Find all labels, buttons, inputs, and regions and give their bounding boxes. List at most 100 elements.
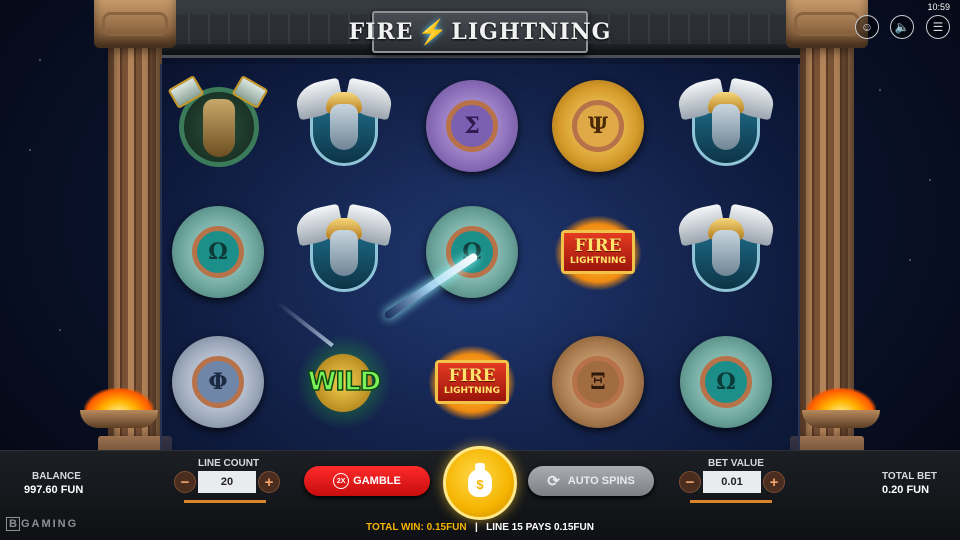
money-bag-icon: $ (468, 463, 492, 497)
column-shaft (108, 48, 162, 440)
column-shaft (800, 48, 854, 440)
line-count-underline (184, 500, 266, 503)
reel-symbol-helmet (292, 200, 396, 304)
reel-symbol-omega-silver: Ω (674, 330, 778, 434)
winged-helmet-icon (292, 203, 396, 300)
wild-icon: WILD (296, 334, 392, 430)
clock: 10:59 (927, 2, 950, 12)
logo-plate: FIRE LIGHTNING (435, 360, 509, 404)
reel-symbol-psi: Ψ (546, 74, 650, 178)
logo-fire-text: FIRE (348, 19, 414, 45)
wild-text: WILD (307, 366, 382, 398)
total-win-value: 0.15FUN (426, 522, 467, 533)
omega-silver-medallion-icon: Ω (680, 336, 772, 428)
reel-symbol-fire-lightning: FIRE LIGHTNING (546, 200, 650, 304)
winged-helmet-icon (674, 203, 778, 300)
bet-minus-button[interactable]: − (679, 471, 701, 493)
lightning-text: LIGHTNING (444, 386, 500, 396)
spin-button[interactable]: $ (443, 446, 517, 520)
dollar-sign: $ (476, 477, 484, 492)
fire-lightning-logo-icon: FIRE LIGHTNING (425, 340, 519, 424)
auto-spin-icon: ⟳ (547, 473, 560, 490)
logo-plate: FIRE LIGHTNING (561, 230, 635, 274)
medallion-letter: Ω (192, 226, 244, 278)
medallion-letter: Ω (700, 356, 752, 408)
line-count-stepper: − 20 + (174, 469, 280, 495)
line-count-value: 20 (198, 471, 256, 493)
character-icon: ☺ (860, 20, 874, 34)
total-bet-label: TOTAL BET (882, 471, 937, 482)
brand-rest: GAMING (20, 518, 79, 530)
brazier-bowl (802, 410, 880, 428)
bet-value-stepper: − 0.01 + (679, 469, 785, 495)
reel-symbol-xi: Ξ (546, 330, 650, 434)
win-separator: | (474, 522, 478, 533)
game-logo: FIRE ⚡ LIGHTNING (349, 11, 610, 53)
bet-value-underline (690, 500, 772, 503)
line-count-minus-button[interactable]: − (174, 471, 196, 493)
column-capital (94, 0, 176, 48)
total-bet-value: 0.20 FUN (882, 484, 930, 496)
bet-value-label: BET VALUE (708, 458, 764, 469)
line-pays-value: 0.15FUN (553, 522, 594, 533)
gamble-2x-badge: 2X (333, 473, 350, 489)
fire-lightning-logo-icon: FIRE LIGHTNING (551, 210, 645, 294)
right-brazier-fire-icon (798, 388, 884, 428)
gamble-label: GAMBLE (353, 475, 401, 487)
helmet-face (712, 104, 740, 150)
reel-symbol-phi: Φ (166, 330, 270, 434)
reel-symbol-zeus (166, 74, 270, 178)
line-count-label: LINE COUNT (198, 458, 260, 469)
lightning-text: LIGHTNING (570, 256, 626, 266)
sound-button[interactable]: 🔈 (890, 15, 914, 39)
fire-text: FIRE (574, 236, 622, 256)
lightning-bolt-icon: ⚡ (417, 18, 448, 46)
omega-teal-medallion-icon: Ω (172, 206, 264, 298)
character-button[interactable]: ☺ (855, 15, 879, 39)
reel-symbol-helmet (292, 74, 396, 178)
bet-value: 0.01 (703, 471, 761, 493)
medallion-letter: Ψ (572, 100, 624, 152)
helmet-face (712, 230, 740, 276)
reel-symbol-omega-teal: Ω (166, 200, 270, 304)
reel-symbol-sigma: Σ (420, 74, 524, 178)
brand-b: B (6, 517, 20, 531)
phi-medallion-icon: Φ (172, 336, 264, 428)
winged-helmet-icon (292, 77, 396, 174)
auto-spins-button[interactable]: ⟳ AUTO SPINS (528, 466, 654, 496)
reel-symbol-fire-lightning: FIRE LIGHTNING (420, 330, 524, 434)
zeus-face (203, 99, 235, 157)
reel-symbol-helmet (674, 200, 778, 304)
reel-symbol-wild: WILD (292, 330, 396, 434)
logo-lightning-text: LIGHTNING (451, 19, 612, 45)
line-pays-text: LINE 15 PAYS (486, 522, 552, 533)
auto-spins-label: AUTO SPINS (567, 475, 635, 487)
brazier-bowl (80, 410, 158, 428)
left-brazier-fire-icon (76, 388, 162, 428)
helmet-face (330, 104, 358, 150)
reel-symbol-omega-teal: Ω (420, 200, 524, 304)
winged-helmet-icon (674, 77, 778, 174)
fire-text: FIRE (448, 366, 496, 386)
win-info-line: TOTAL WIN: 0.15FUN | LINE 15 PAYS 0.15FU… (0, 522, 960, 533)
medallion-letter: Σ (446, 100, 498, 152)
medallion-letter: Ξ (572, 356, 624, 408)
psi-medallion-icon: Ψ (552, 80, 644, 172)
menu-icon: ☰ (932, 20, 944, 34)
zeus-hammers-icon (167, 74, 269, 175)
bgaming-logo: B GAMING (6, 517, 78, 531)
gamble-button[interactable]: 2X GAMBLE (304, 466, 430, 496)
balance-label: BALANCE (32, 471, 81, 482)
total-win-label: TOTAL WIN: (366, 522, 424, 533)
menu-button[interactable]: ☰ (926, 15, 950, 39)
sound-icon: 🔈 (894, 20, 910, 34)
game-stage: FIRE ⚡ LIGHTNING Σ Ψ Ω Ω FIRE LIGHTNING Φ WILD F… (0, 0, 960, 540)
medallion-letter: Φ (192, 356, 244, 408)
sigma-medallion-icon: Σ (426, 80, 518, 172)
helmet-face (330, 230, 358, 276)
line-count-plus-button[interactable]: + (258, 471, 280, 493)
xi-medallion-icon: Ξ (552, 336, 644, 428)
bet-plus-button[interactable]: + (763, 471, 785, 493)
reel-symbol-helmet (674, 74, 778, 178)
balance-value: 997.60 FUN (24, 484, 84, 496)
